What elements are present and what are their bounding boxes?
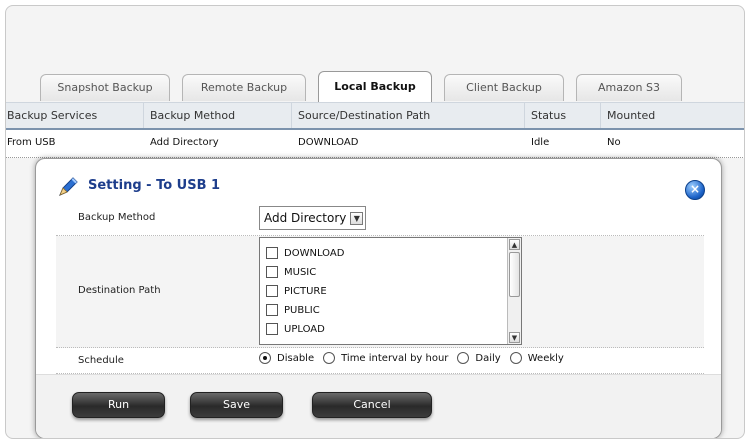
- checkbox[interactable]: [266, 304, 278, 316]
- backup-method-row: Backup Method Add Directory ▼: [56, 202, 704, 236]
- table-header: Backup Services Backup Method Source/Des…: [6, 102, 744, 130]
- schedule-option-weekly[interactable]: Weekly: [509, 352, 564, 364]
- tab-remote-backup[interactable]: Remote Backup: [182, 74, 306, 101]
- save-button[interactable]: Save: [190, 392, 283, 418]
- app-frame: Snapshot Backup Remote Backup Local Back…: [5, 5, 745, 439]
- checkbox[interactable]: [266, 266, 278, 278]
- dialog-title: Setting - To USB 1: [88, 178, 221, 193]
- list-item[interactable]: PICTURE: [266, 282, 327, 300]
- settings-dialog: Setting - To USB 1 × Backup Method Add D…: [35, 158, 722, 438]
- tab-snapshot-backup[interactable]: Snapshot Backup: [40, 74, 170, 101]
- list-item[interactable]: MUSIC: [266, 263, 316, 281]
- tab-bar: Snapshot Backup Remote Backup Local Back…: [40, 71, 700, 102]
- dialog-button-bar: Run Save Cancel: [36, 374, 721, 438]
- column-status[interactable]: Status: [525, 103, 601, 128]
- column-backup-method[interactable]: Backup Method: [144, 103, 292, 128]
- destination-path-label: Destination Path: [78, 285, 161, 296]
- run-button[interactable]: Run: [72, 392, 165, 418]
- scrollbar[interactable]: ▲ ▼: [507, 238, 521, 344]
- destination-listbox[interactable]: DOWNLOAD MUSIC PICTURE PUBLIC UPLOAD ▲ ▼: [259, 237, 522, 345]
- tab-amazon-s3[interactable]: Amazon S3: [576, 74, 682, 101]
- schedule-option-daily[interactable]: Daily: [457, 352, 501, 364]
- cell-service: From USB: [7, 137, 56, 148]
- tab-client-backup[interactable]: Client Backup: [444, 74, 564, 101]
- backup-method-value: Add Directory: [264, 211, 347, 225]
- list-item[interactable]: PUBLIC: [266, 301, 320, 319]
- column-backup-services[interactable]: Backup Services: [6, 103, 144, 128]
- table-row[interactable]: From USB Add Directory DOWNLOAD Idle No: [6, 130, 744, 158]
- radio-selected[interactable]: [259, 352, 271, 364]
- list-item[interactable]: UPLOAD: [266, 320, 325, 338]
- tab-local-backup[interactable]: Local Backup: [318, 71, 432, 102]
- backup-method-select[interactable]: Add Directory ▼: [259, 206, 367, 230]
- radio[interactable]: [509, 352, 522, 364]
- cell-mounted: No: [607, 137, 621, 148]
- schedule-radio-group: Disable Time interval by hour Daily Week…: [259, 352, 573, 364]
- schedule-row: Schedule Disable Time interval by hour D…: [56, 348, 704, 374]
- cell-method: Add Directory: [150, 137, 219, 148]
- cancel-button[interactable]: Cancel: [312, 392, 432, 418]
- schedule-label: Schedule: [78, 355, 124, 366]
- checkbox[interactable]: [266, 285, 278, 297]
- scroll-thumb[interactable]: [509, 252, 520, 297]
- scroll-up-icon[interactable]: ▲: [509, 239, 520, 250]
- pencil-icon: [59, 177, 78, 196]
- backup-method-label: Backup Method: [78, 212, 156, 223]
- destination-path-row: Destination Path DOWNLOAD MUSIC PICTURE …: [56, 236, 704, 348]
- radio[interactable]: [457, 352, 470, 364]
- schedule-option-hourly[interactable]: Time interval by hour: [323, 352, 448, 364]
- cell-path: DOWNLOAD: [298, 137, 359, 148]
- cell-status: Idle: [531, 137, 550, 148]
- chevron-down-icon[interactable]: ▼: [350, 211, 364, 225]
- checkbox[interactable]: [266, 247, 278, 259]
- schedule-option-disable[interactable]: Disable: [259, 352, 314, 364]
- column-path[interactable]: Source/Destination Path: [292, 103, 525, 128]
- close-icon[interactable]: ×: [685, 180, 705, 200]
- checkbox[interactable]: [266, 323, 278, 335]
- radio[interactable]: [323, 352, 336, 364]
- column-mounted[interactable]: Mounted: [601, 103, 744, 128]
- list-item[interactable]: DOWNLOAD: [266, 244, 344, 262]
- scroll-down-icon[interactable]: ▼: [509, 332, 520, 343]
